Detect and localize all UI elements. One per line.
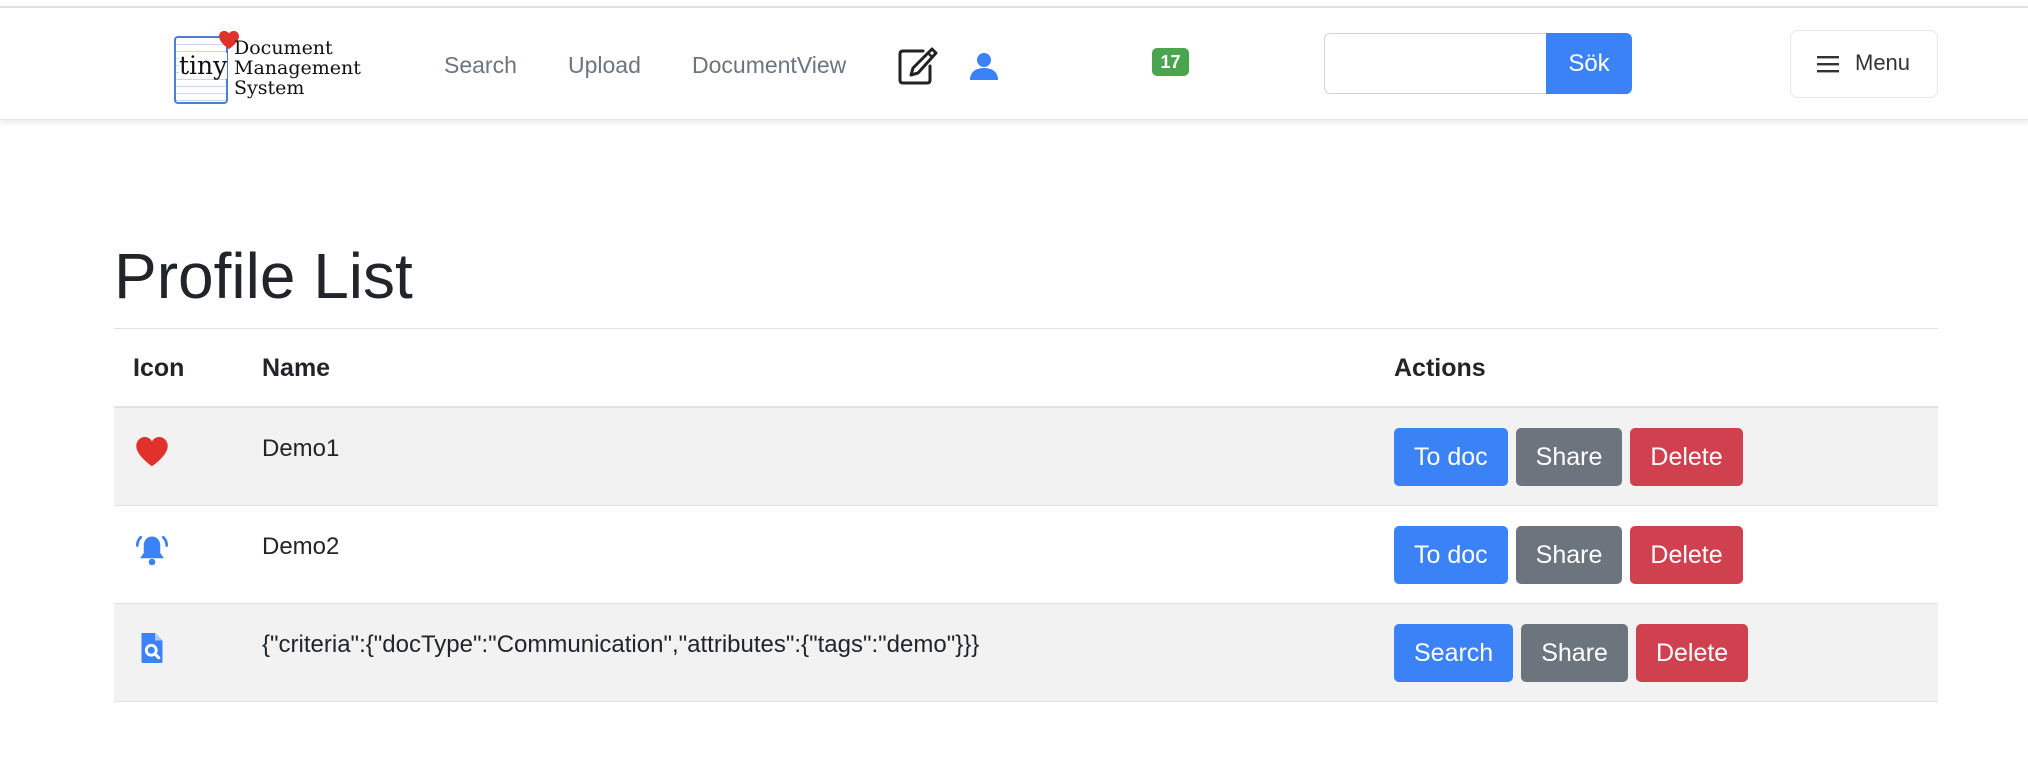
logo-word: tiny bbox=[179, 51, 228, 80]
delete-button[interactable]: Delete bbox=[1635, 624, 1749, 682]
to-doc-button[interactable]: To doc bbox=[1394, 526, 1508, 584]
menu-button[interactable]: Menu bbox=[1790, 30, 1938, 98]
profile-name: Demo2 bbox=[262, 533, 340, 560]
heart-icon bbox=[134, 434, 170, 470]
search-button[interactable]: Sök bbox=[1546, 33, 1632, 94]
table-row: Demo2 To doc Share Delete bbox=[114, 506, 1938, 604]
table-row: {"criteria":{"docType":"Communication","… bbox=[114, 604, 1938, 702]
logo-line-1: Document bbox=[234, 37, 333, 59]
share-button[interactable]: Share bbox=[1515, 526, 1623, 584]
header-name: Name bbox=[262, 354, 331, 382]
share-button[interactable]: Share bbox=[1515, 428, 1623, 486]
profile-name: Demo1 bbox=[262, 435, 340, 462]
nav-link-search[interactable]: Search bbox=[444, 50, 517, 80]
search-button[interactable]: Search bbox=[1394, 624, 1514, 682]
user-icon[interactable] bbox=[968, 50, 1000, 87]
logo-text: Document Management System bbox=[234, 38, 361, 98]
table-header: Icon Name Actions bbox=[114, 328, 1938, 408]
hamburger-icon bbox=[1817, 56, 1839, 73]
edit-icon[interactable] bbox=[896, 46, 938, 91]
logo-line-2: Management bbox=[234, 57, 361, 79]
header-actions: Actions bbox=[1394, 354, 1486, 382]
to-doc-button[interactable]: To doc bbox=[1394, 428, 1508, 486]
notification-badge[interactable]: 17 bbox=[1152, 48, 1189, 76]
nav-link-upload[interactable]: Upload bbox=[568, 50, 641, 80]
search-document-icon bbox=[134, 630, 170, 666]
search-input[interactable] bbox=[1324, 33, 1548, 94]
logo-line-3: System bbox=[234, 77, 305, 99]
share-button[interactable]: Share bbox=[1521, 624, 1628, 682]
table-row: Demo1 To doc Share Delete bbox=[114, 408, 1938, 506]
page-title: Profile List bbox=[114, 240, 413, 312]
row-actions: Search Share Delete bbox=[1394, 624, 1749, 682]
delete-button[interactable]: Delete bbox=[1630, 428, 1743, 486]
header-icon: Icon bbox=[133, 354, 185, 382]
profile-name: {"criteria":{"docType":"Communication","… bbox=[262, 631, 980, 658]
bell-icon bbox=[134, 532, 170, 568]
row-actions: To doc Share Delete bbox=[1394, 526, 1743, 584]
row-actions: To doc Share Delete bbox=[1394, 428, 1743, 486]
profile-table: Icon Name Actions Demo1 To doc Share Del… bbox=[114, 328, 1938, 702]
menu-label: Menu bbox=[1855, 50, 1911, 75]
navbar: tiny Document Management System Search U… bbox=[0, 8, 2028, 120]
nav-link-documentview[interactable]: DocumentView bbox=[692, 50, 846, 80]
delete-button[interactable]: Delete bbox=[1630, 526, 1743, 584]
brand-logo[interactable]: tiny Document Management System bbox=[174, 30, 364, 112]
